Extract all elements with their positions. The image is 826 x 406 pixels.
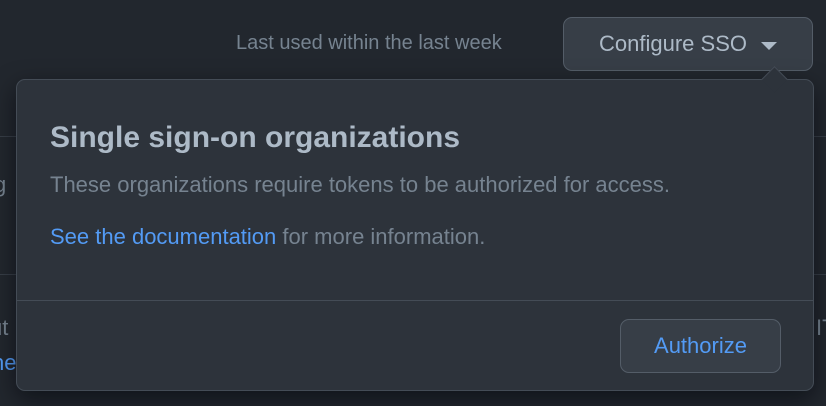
documentation-link[interactable]: See the documentation bbox=[50, 224, 276, 249]
caret-down-icon bbox=[760, 41, 777, 50]
configure-sso-label: Configure SSO bbox=[599, 31, 747, 56]
last-used-status: Last used within the last week bbox=[236, 32, 502, 54]
background-text-fragment: g bbox=[0, 172, 7, 197]
background-link-fragment[interactable]: he bbox=[0, 350, 16, 376]
configure-sso-button[interactable]: Configure SSO bbox=[563, 17, 813, 71]
popover-info-suffix: for more information. bbox=[276, 224, 486, 249]
popover-divider bbox=[17, 300, 813, 301]
authorize-button[interactable]: Authorize bbox=[620, 319, 781, 373]
background-text-fragment: ut bbox=[0, 315, 9, 340]
popover-description: These organizations require tokens to be… bbox=[50, 172, 671, 197]
popover-body: Single sign-on organizations These organ… bbox=[50, 120, 783, 250]
popover-title: Single sign-on organizations bbox=[50, 121, 461, 154]
background-text-fragment: IT bbox=[816, 315, 826, 340]
sso-popover: Single sign-on organizations These organ… bbox=[16, 66, 814, 391]
popover-info: See the documentation for more informati… bbox=[50, 224, 783, 250]
